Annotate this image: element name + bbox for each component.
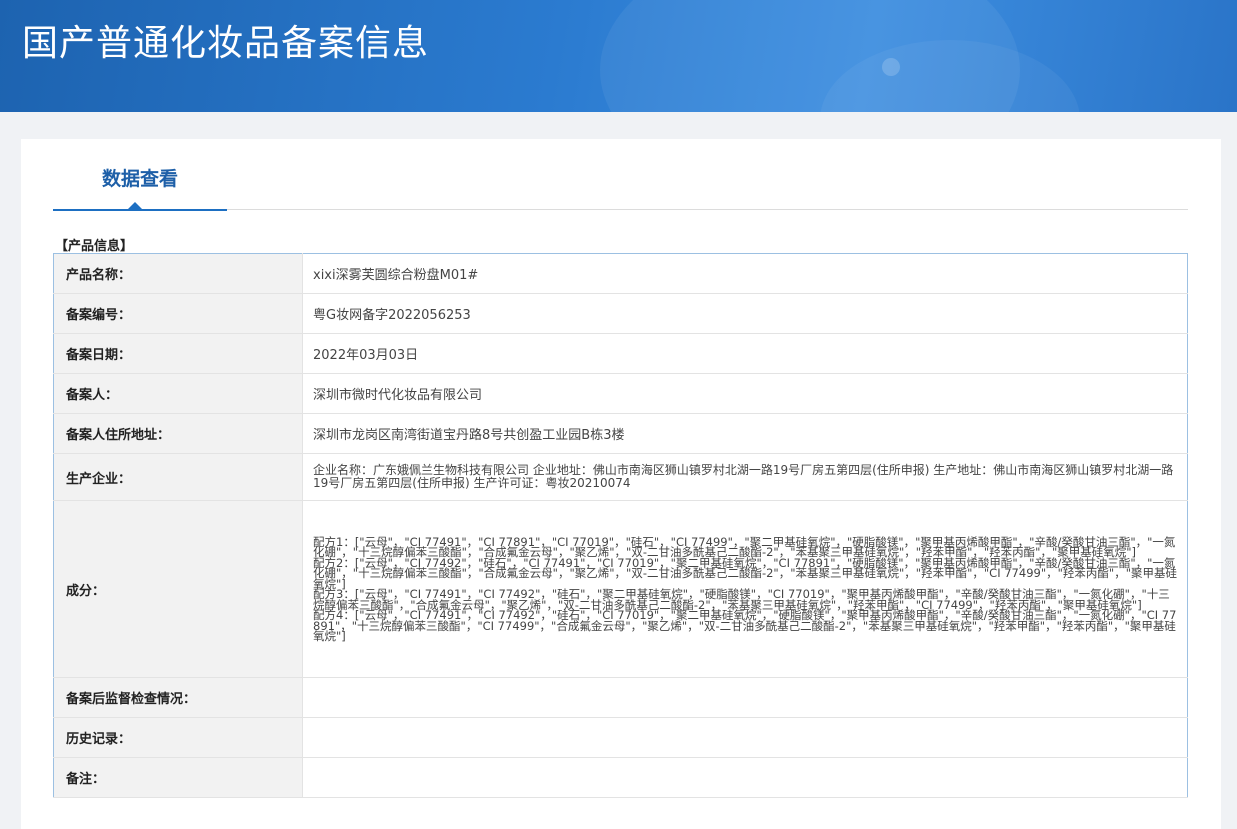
table-row: 备注： bbox=[53, 757, 1188, 798]
manufacturer-value: 企业名称：广东娥佩兰生物科技有限公司 企业地址：佛山市南海区狮山镇罗村北湖一路1… bbox=[302, 453, 1188, 501]
table-row: 产品名称： xixi深雾芙圆综合粉盘M01# bbox=[53, 253, 1188, 294]
row-label: 历史记录： bbox=[53, 717, 303, 758]
row-label: 产品名称： bbox=[53, 253, 303, 294]
post-inspection-value bbox=[302, 677, 1188, 718]
table-row: 备案日期： 2022年03月03日 bbox=[53, 333, 1188, 374]
row-label: 备案后监督检查情况： bbox=[53, 677, 303, 718]
tab-bar: 数据查看 bbox=[53, 139, 1188, 211]
row-label: 备注： bbox=[53, 757, 303, 798]
table-row: 备案人住所地址： 深圳市龙岗区南湾街道宝丹路8号共创盈工业园B栋3楼 bbox=[53, 413, 1188, 454]
tab-active-indicator bbox=[128, 202, 142, 209]
table-row: 备案人： 深圳市微时代化妆品有限公司 bbox=[53, 373, 1188, 414]
row-label: 备案编号： bbox=[53, 293, 303, 334]
record-date-value: 2022年03月03日 bbox=[302, 333, 1188, 374]
table-row: 备案编号： 粤G妆网备字2022056253 bbox=[53, 293, 1188, 334]
history-value bbox=[302, 717, 1188, 758]
content-card: 数据查看 【产品信息】 产品名称： xixi深雾芙圆综合粉盘M01# 备案编号：… bbox=[21, 139, 1221, 829]
table-row: 成分： 配方1：["云母"，"CI 77491"，"CI 77891"，"CI … bbox=[53, 500, 1188, 678]
tab-label: 数据查看 bbox=[101, 168, 178, 190]
row-label: 备案人住所地址： bbox=[53, 413, 303, 454]
banner-decoration bbox=[882, 58, 900, 76]
page-title: 国产普通化妆品备案信息 bbox=[22, 23, 430, 64]
product-name-value: xixi深雾芙圆综合粉盘M01# bbox=[302, 253, 1188, 294]
formula-4: 配方4：["云母"，"CI 77491"，"CI 77492"，"硅石"，"CI… bbox=[313, 608, 1177, 643]
formula-2: 配方2：["云母"，"CI 77492"，"硅石"，"CI 77491"，"CI… bbox=[313, 555, 1177, 591]
table-row: 历史记录： bbox=[53, 717, 1188, 758]
tab-data-view[interactable]: 数据查看 bbox=[53, 139, 227, 211]
manufacturer-text: 企业名称：广东娥佩兰生物科技有限公司 企业地址：佛山市南海区狮山镇罗村北湖一路1… bbox=[313, 463, 1174, 490]
row-label: 备案日期： bbox=[53, 333, 303, 374]
registrant-value: 深圳市微时代化妆品有限公司 bbox=[302, 373, 1188, 414]
registrant-address-value: 深圳市龙岗区南湾街道宝丹路8号共创盈工业园B栋3楼 bbox=[302, 413, 1188, 454]
section-title: 【产品信息】 bbox=[55, 239, 134, 254]
table-row: 生产企业： 企业名称：广东娥佩兰生物科技有限公司 企业地址：佛山市南海区狮山镇罗… bbox=[53, 453, 1188, 501]
header-banner: 国产普通化妆品备案信息 bbox=[0, 0, 1237, 112]
remarks-value bbox=[302, 757, 1188, 798]
ingredients-value: 配方1：["云母"，"CI 77491"，"CI 77891"，"CI 7701… bbox=[302, 500, 1188, 678]
formula-3: 配方3：["云母"，"CI 77491"，"CI 77492"，"硅石"，"聚二… bbox=[313, 587, 1170, 612]
table-row: 备案后监督检查情况： bbox=[53, 677, 1188, 718]
row-label: 生产企业： bbox=[53, 453, 303, 501]
record-number-value: 粤G妆网备字2022056253 bbox=[302, 293, 1188, 334]
row-label: 备案人： bbox=[53, 373, 303, 414]
formula-1: 配方1：["云母"，"CI 77491"，"CI 77891"，"CI 7701… bbox=[313, 534, 1176, 559]
row-label: 成分： bbox=[53, 500, 303, 678]
product-info-table: 产品名称： xixi深雾芙圆综合粉盘M01# 备案编号： 粤G妆网备字20220… bbox=[53, 253, 1188, 798]
